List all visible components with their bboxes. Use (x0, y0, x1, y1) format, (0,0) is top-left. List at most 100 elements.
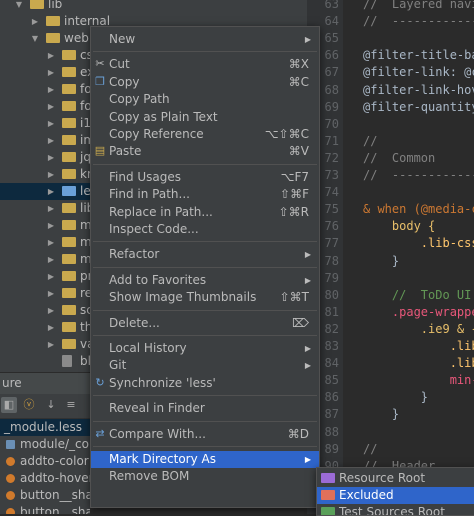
menu-item-add-to-favorites[interactable]: Add to Favorites ▶ (91, 272, 319, 289)
chevron-right-icon[interactable]: ▶ (46, 166, 56, 183)
chevron-right-icon[interactable]: ▶ (46, 64, 56, 81)
menu-item-label: Find Usages (109, 169, 182, 184)
menu-item-inspect-code[interactable]: Inspect Code... (91, 221, 319, 238)
chevron-right-icon[interactable]: ▶ (46, 217, 56, 234)
folder-icon (62, 101, 76, 111)
chevron-right-icon[interactable]: ▶ (46, 319, 56, 336)
chevron-right-icon[interactable]: ▶ (30, 13, 40, 30)
submenu-arrow-icon: ▶ (304, 250, 311, 260)
menu-item-refactor[interactable]: Refactor ▶ (91, 246, 319, 263)
folder-icon (62, 339, 76, 349)
menu-item-mark-directory-as[interactable]: Mark Directory As ▶ (91, 451, 319, 468)
menu-item-shortcut: ⌥F7 (280, 169, 309, 184)
menu-item-copy-reference[interactable]: Copy Reference ⌥⇧⌘C (91, 126, 319, 143)
structure-item[interactable]: addto-hover-c (0, 470, 90, 487)
menu-item-paste[interactable]: ▤ Paste ⌘V (91, 143, 319, 160)
folder-icon (62, 67, 76, 77)
chevron-right-icon[interactable]: ▶ (46, 47, 56, 64)
chevron-right-icon[interactable]: ▶ (46, 285, 56, 302)
structure-item[interactable]: button__shado (0, 504, 90, 514)
folder-icon (62, 220, 76, 230)
variables-filter-icon[interactable]: ⓥ (21, 397, 37, 413)
menu-item-copy-as-plain-text[interactable]: Copy as Plain Text (91, 109, 319, 126)
menu-item-replace-in-path[interactable]: Replace in Path... ⇧⌘R (91, 204, 319, 221)
submenu-arrow-icon: ▶ (304, 361, 311, 371)
chevron-right-icon[interactable]: ▶ (46, 234, 56, 251)
menu-item-compare-with[interactable]: ⇄ Compare With... ⌘D (91, 426, 319, 443)
menu-item-git[interactable]: Git ▶ (91, 357, 319, 374)
structure-header: ure (0, 372, 90, 395)
menu-item-local-history[interactable]: Local History ▶ (91, 340, 319, 357)
menu-item-delete[interactable]: Delete... ⌦ (91, 315, 319, 332)
menu-item-label: Remove BOM (109, 469, 190, 484)
menu-item-label: Copy Path (109, 92, 170, 107)
submenu-item-excluded[interactable]: Excluded (317, 487, 474, 504)
submenu-item-test-sources-root[interactable]: Test Sources Root (317, 504, 474, 515)
folder-icon (62, 50, 76, 60)
structure-item[interactable]: addto-color (0, 453, 90, 470)
code-line: } (363, 407, 400, 422)
menu-item-cut[interactable]: ✂ Cut ⌘X (91, 56, 319, 73)
code-line: // ToDo UI: (363, 287, 474, 302)
expand-all-icon[interactable]: ≡ (63, 397, 79, 413)
chevron-right-icon[interactable]: ▶ (46, 115, 56, 132)
copy-icon: ❐ (95, 74, 105, 88)
sort-icon[interactable]: ↓ (43, 397, 59, 413)
folder-icon (62, 135, 76, 145)
submenu-item-resource-root[interactable]: Resource Root (317, 470, 474, 487)
chevron-down-icon[interactable]: ▼ (30, 30, 40, 47)
variable-icon (6, 457, 15, 466)
menu-item-shortcut: ⇧⌘R (278, 204, 309, 219)
code-line: .lib- (363, 339, 474, 353)
code-line: min-h (363, 373, 474, 388)
chevron-right-icon[interactable]: ▶ (46, 200, 56, 217)
code-line: @filter-quantity (363, 99, 474, 114)
folder-icon (62, 152, 76, 162)
code-editor[interactable]: // Layered navi // ------------ @filter-ti… (343, 0, 474, 514)
tree-row[interactable]: ▼ lib (0, 0, 307, 13)
menu-item-label: New (109, 32, 136, 46)
menu-item-find-in-path[interactable]: Find in Path... ⇧⌘F (91, 186, 319, 203)
submenu-arrow-icon: ▶ (304, 455, 311, 464)
folder-icon (321, 473, 335, 483)
chevron-right-icon[interactable]: ▶ (46, 98, 56, 115)
structure-panel: ure ◧ ⓥ ↓ ≡ _module.less module/_collaadd… (0, 372, 90, 514)
sync-icon: ↻ (95, 375, 105, 389)
menu-item-remove-bom[interactable]: Remove BOM (91, 468, 319, 485)
structure-item[interactable]: module/_colla (0, 436, 90, 453)
menu-item-new[interactable]: New ▶ (91, 31, 319, 48)
code-line: // (363, 441, 378, 456)
chevron-right-icon[interactable]: ▶ (46, 81, 56, 98)
chevron-right-icon[interactable]: ▶ (46, 132, 56, 149)
menu-item-shortcut: ⌥⇧⌘C (264, 127, 309, 141)
chevron-right-icon[interactable]: ▶ (46, 251, 56, 268)
folder-icon (62, 254, 76, 264)
chevron-right-icon[interactable]: ▶ (46, 268, 56, 285)
menu-item-synchronize-less[interactable]: ↻ Synchronize 'less' (91, 375, 319, 392)
chevron-right-icon[interactable]: ▶ (46, 336, 56, 353)
folder-icon (62, 288, 76, 298)
code-line: & when (@media-co (363, 202, 474, 217)
folder-icon (62, 322, 76, 332)
chevron-down-icon[interactable]: ▼ (14, 0, 24, 13)
menu-item-label: Delete... (109, 315, 160, 330)
menu-item-reveal-in-finder[interactable]: Reveal in Finder (91, 400, 319, 417)
structure-toolbar: ◧ ⓥ ↓ ≡ (0, 394, 90, 419)
chevron-right-icon[interactable]: ▶ (46, 149, 56, 166)
menu-item-label: Local History (109, 341, 187, 355)
structure-item[interactable]: _module.less (0, 419, 90, 436)
show-inherited-icon[interactable]: ◧ (1, 397, 17, 413)
menu-item-find-usages[interactable]: Find Usages ⌥F7 (91, 169, 319, 186)
menu-item-show-image-thumbnails[interactable]: Show Image Thumbnails ⇧⌘T (91, 289, 319, 306)
folder-icon (62, 118, 76, 128)
menu-item-copy-path[interactable]: Copy Path (91, 91, 319, 108)
structure-item[interactable]: button__shado (0, 487, 90, 504)
menu-item-label: Git (109, 358, 127, 373)
folder-icon (321, 507, 335, 515)
menu-separator (93, 420, 317, 422)
chevron-right-icon[interactable]: ▶ (46, 183, 56, 200)
menu-item-copy[interactable]: ❐ Copy ⌘C (91, 74, 319, 91)
menu-separator (93, 395, 317, 397)
menu-item-label: Show Image Thumbnails (109, 290, 257, 305)
chevron-right-icon[interactable]: ▶ (46, 302, 56, 319)
